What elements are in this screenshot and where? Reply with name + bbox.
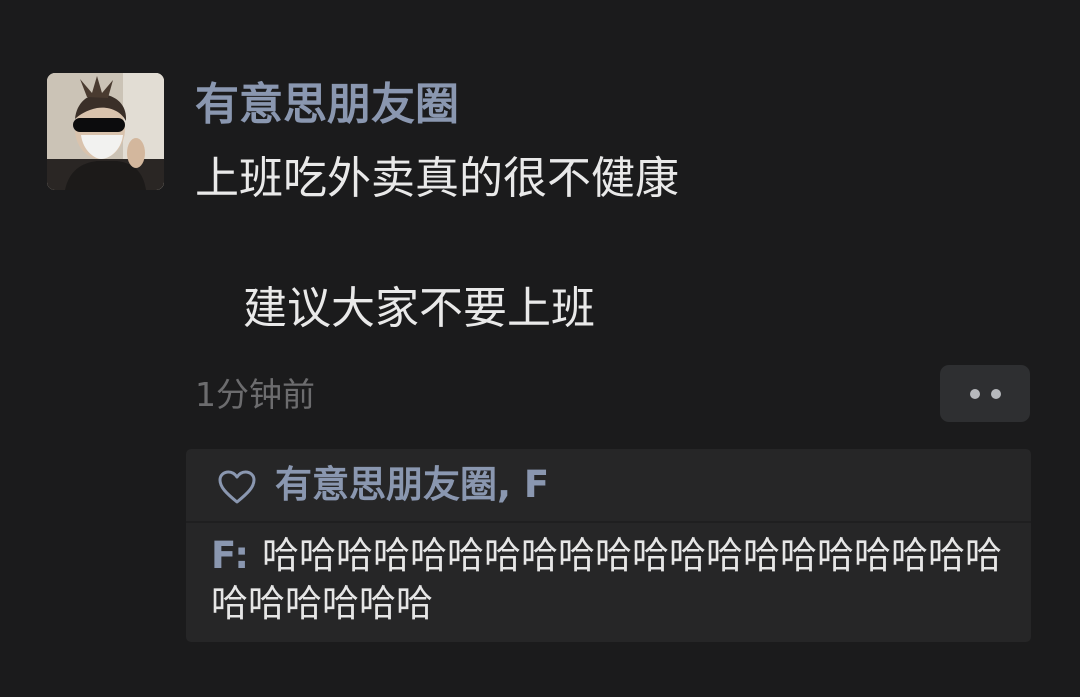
- more-options-button[interactable]: [940, 365, 1030, 422]
- heart-outline-icon: [218, 470, 256, 504]
- comment-text: 哈哈哈哈哈哈哈哈哈哈哈哈哈哈哈哈哈哈哈哈哈哈哈哈哈哈: [211, 534, 1002, 625]
- likes-row: 有意思朋友圈, F: [186, 449, 1031, 521]
- interaction-panel: 有意思朋友圈, F F: 哈哈哈哈哈哈哈哈哈哈哈哈哈哈哈哈哈哈哈哈哈哈哈哈哈哈: [186, 449, 1031, 642]
- comment-item[interactable]: F: 哈哈哈哈哈哈哈哈哈哈哈哈哈哈哈哈哈哈哈哈哈哈哈哈哈哈: [211, 532, 1011, 628]
- avatar-photo: [47, 73, 164, 190]
- post-timestamp: 1分钟前: [195, 375, 315, 414]
- avatar[interactable]: [47, 73, 164, 190]
- post-text-line-2: 建议大家不要上班: [243, 283, 595, 334]
- divider: [186, 521, 1031, 523]
- likes-names[interactable]: 有意思朋友圈, F: [275, 461, 549, 509]
- more-dots-icon: [990, 388, 1001, 399]
- post-author-name[interactable]: 有意思朋友圈: [195, 77, 459, 133]
- comment-separator: :: [234, 534, 262, 577]
- comment-author[interactable]: F: [211, 534, 234, 577]
- post-text-line-1: 上班吃外卖真的很不健康: [195, 153, 679, 204]
- more-dots-icon: [969, 388, 980, 399]
